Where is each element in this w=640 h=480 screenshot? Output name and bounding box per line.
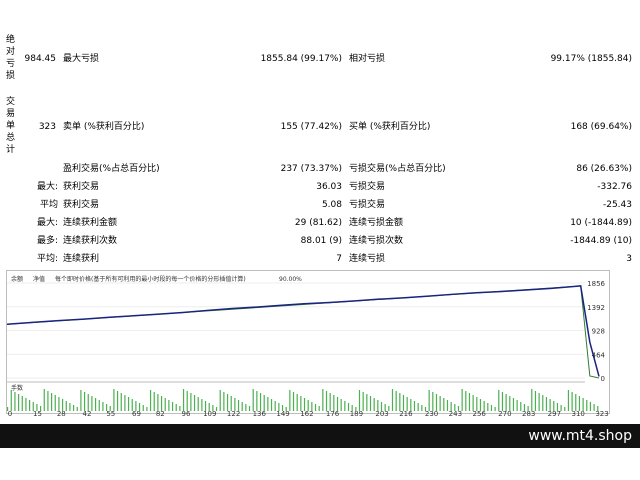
legend-balance: 余额 (11, 275, 23, 283)
x-tick-label: 176 (326, 410, 340, 418)
max-prefix: 最大: (36, 218, 58, 228)
max-consecutive-profit-label: 连续获利金额 (63, 218, 118, 228)
x-tick-label: 256 (473, 410, 487, 418)
avg-prefix: 平均: (36, 254, 58, 264)
max-consecutive-profit-value: 29 (81.62) (294, 218, 342, 228)
x-tick-label: 310 (571, 410, 584, 418)
x-tick-label: 323 (595, 410, 608, 418)
balance-chart-svg: 余额 净值 每个即时价格(基于所有可利用的最小时段的每一个价格的分形插值计算) … (6, 275, 606, 411)
avg-consecutive-wins-label: 连续获利 (63, 254, 100, 264)
x-tick-label: 149 (276, 410, 289, 418)
largest-profit-trade-label: 获利交易 (63, 182, 100, 192)
profit-trades-value: 237 (73.37%) (280, 164, 342, 174)
x-tick-label: 42 (83, 410, 92, 418)
x-tick-label: 203 (375, 410, 388, 418)
x-tick-label: 216 (399, 410, 413, 418)
relative-loss-label: 相对亏损 (349, 54, 386, 64)
x-tick-label: 55 (106, 410, 115, 418)
report-stats: 绝对亏损 交易单总计 984.45 最大亏损 1855.84 (99.17%) … (0, 0, 640, 268)
x-tick-label: 270 (498, 410, 511, 418)
x-tick-label: 96 (181, 410, 190, 418)
most-consecutive-wins-label: 连续获利次数 (63, 236, 118, 246)
total-trades-value: 323 (38, 122, 56, 132)
legend-description: 每个即时价格(基于所有可利用的最小时段的每一个价格的分形插值计算) (55, 275, 246, 283)
profit-trades-label: 盈利交易(%占总百分比) (63, 164, 160, 174)
legend-equity: 净值 (33, 275, 45, 283)
x-tick-label: 15 (33, 410, 42, 418)
max-loss-label: 最大亏损 (63, 54, 100, 64)
max-consecutive-loss-label: 连续亏损金额 (349, 218, 404, 228)
x-tick-label: 82 (156, 410, 165, 418)
average-profit-trade-value: 5.08 (321, 200, 342, 210)
sell-orders-label: 卖单 (%获利百分比) (63, 122, 145, 132)
largest-prefix: 最大: (36, 182, 58, 192)
legend-quality: 90.00% (279, 276, 302, 283)
y-tick-label: 928 (592, 328, 605, 336)
average-loss-trade-label: 亏损交易 (349, 200, 386, 210)
x-tick-label: 162 (300, 410, 313, 418)
page-bottom (0, 448, 640, 480)
largest-loss-trade-value: -332.76 (597, 182, 632, 192)
x-tick-label: 0 (8, 410, 12, 418)
y-tick-label: 464 (592, 351, 606, 359)
average-profit-trade-label: 获利交易 (63, 200, 100, 210)
average-prefix: 平均 (39, 200, 58, 210)
most-consecutive-wins-value: 88.01 (9) (300, 236, 342, 246)
x-tick-label: 136 (253, 410, 267, 418)
x-tick-label: 297 (548, 410, 561, 418)
loss-trades-label: 亏损交易(%占总百分比) (349, 164, 446, 174)
balance-line (6, 285, 600, 377)
total-trades-vertical-label: 交易单总计 (6, 97, 16, 155)
most-consecutive-losses-value: -1844.89 (10) (570, 236, 632, 246)
site-url[interactable]: www.mt4.shop (528, 428, 632, 444)
y-tick-label: 1392 (587, 304, 605, 312)
loss-trades-value: 86 (26.63%) (576, 164, 632, 174)
x-tick-label: 189 (350, 410, 363, 418)
max-consecutive-loss-value: 10 (-1844.89) (570, 218, 632, 228)
sell-orders-value: 155 (77.42%) (280, 122, 342, 132)
max-loss-value: 1855.84 (99.17%) (260, 54, 342, 64)
x-axis: 0 15 28 42 55 69 82 96 109 122 136 149 162 176 189 203 2… (0, 406, 640, 420)
avg-consecutive-wins-value: 7 (336, 254, 342, 264)
relative-loss-value: 99.17% (1855.84) (550, 54, 632, 64)
largest-profit-trade-value: 36.03 (316, 182, 342, 192)
x-tick-label: 230 (425, 410, 438, 418)
y-tick-label: 0 (601, 375, 605, 383)
largest-loss-trade-label: 亏损交易 (349, 182, 386, 192)
chart-grid (7, 282, 585, 379)
volume-label: 手数 (11, 384, 23, 392)
avg-consecutive-losses-value: 3 (626, 254, 632, 264)
absolute-loss-vertical-label: 绝对亏损 (6, 35, 16, 81)
x-tick-label: 243 (449, 410, 462, 418)
most-prefix: 最多: (36, 236, 58, 246)
x-axis-svg: 0 15 28 42 55 69 82 96 109 122 136 149 162 176 189 203 2… (8, 410, 609, 418)
buy-orders-label: 买单 (%获利百分比) (349, 122, 431, 132)
buy-orders-value: 168 (69.64%) (570, 122, 632, 132)
x-tick-label: 28 (57, 410, 66, 418)
y-tick-label: 1856 (587, 280, 605, 288)
equity-line (6, 285, 600, 379)
x-tick-label: 109 (203, 410, 216, 418)
balance-chart: 余额 净值 每个即时价格(基于所有可利用的最小时段的每一个价格的分形插值计算) … (6, 270, 610, 414)
absolute-loss-value: 984.45 (24, 54, 57, 64)
avg-consecutive-losses-label: 连续亏损 (349, 254, 386, 264)
x-tick-label: 122 (227, 410, 240, 418)
most-consecutive-losses-label: 连续亏损次数 (349, 236, 404, 246)
x-tick-label: 283 (522, 410, 535, 418)
x-tick-label: 69 (132, 410, 141, 418)
average-loss-trade-value: -25.43 (602, 200, 632, 210)
footer-bar: www.mt4.shop (0, 424, 640, 448)
